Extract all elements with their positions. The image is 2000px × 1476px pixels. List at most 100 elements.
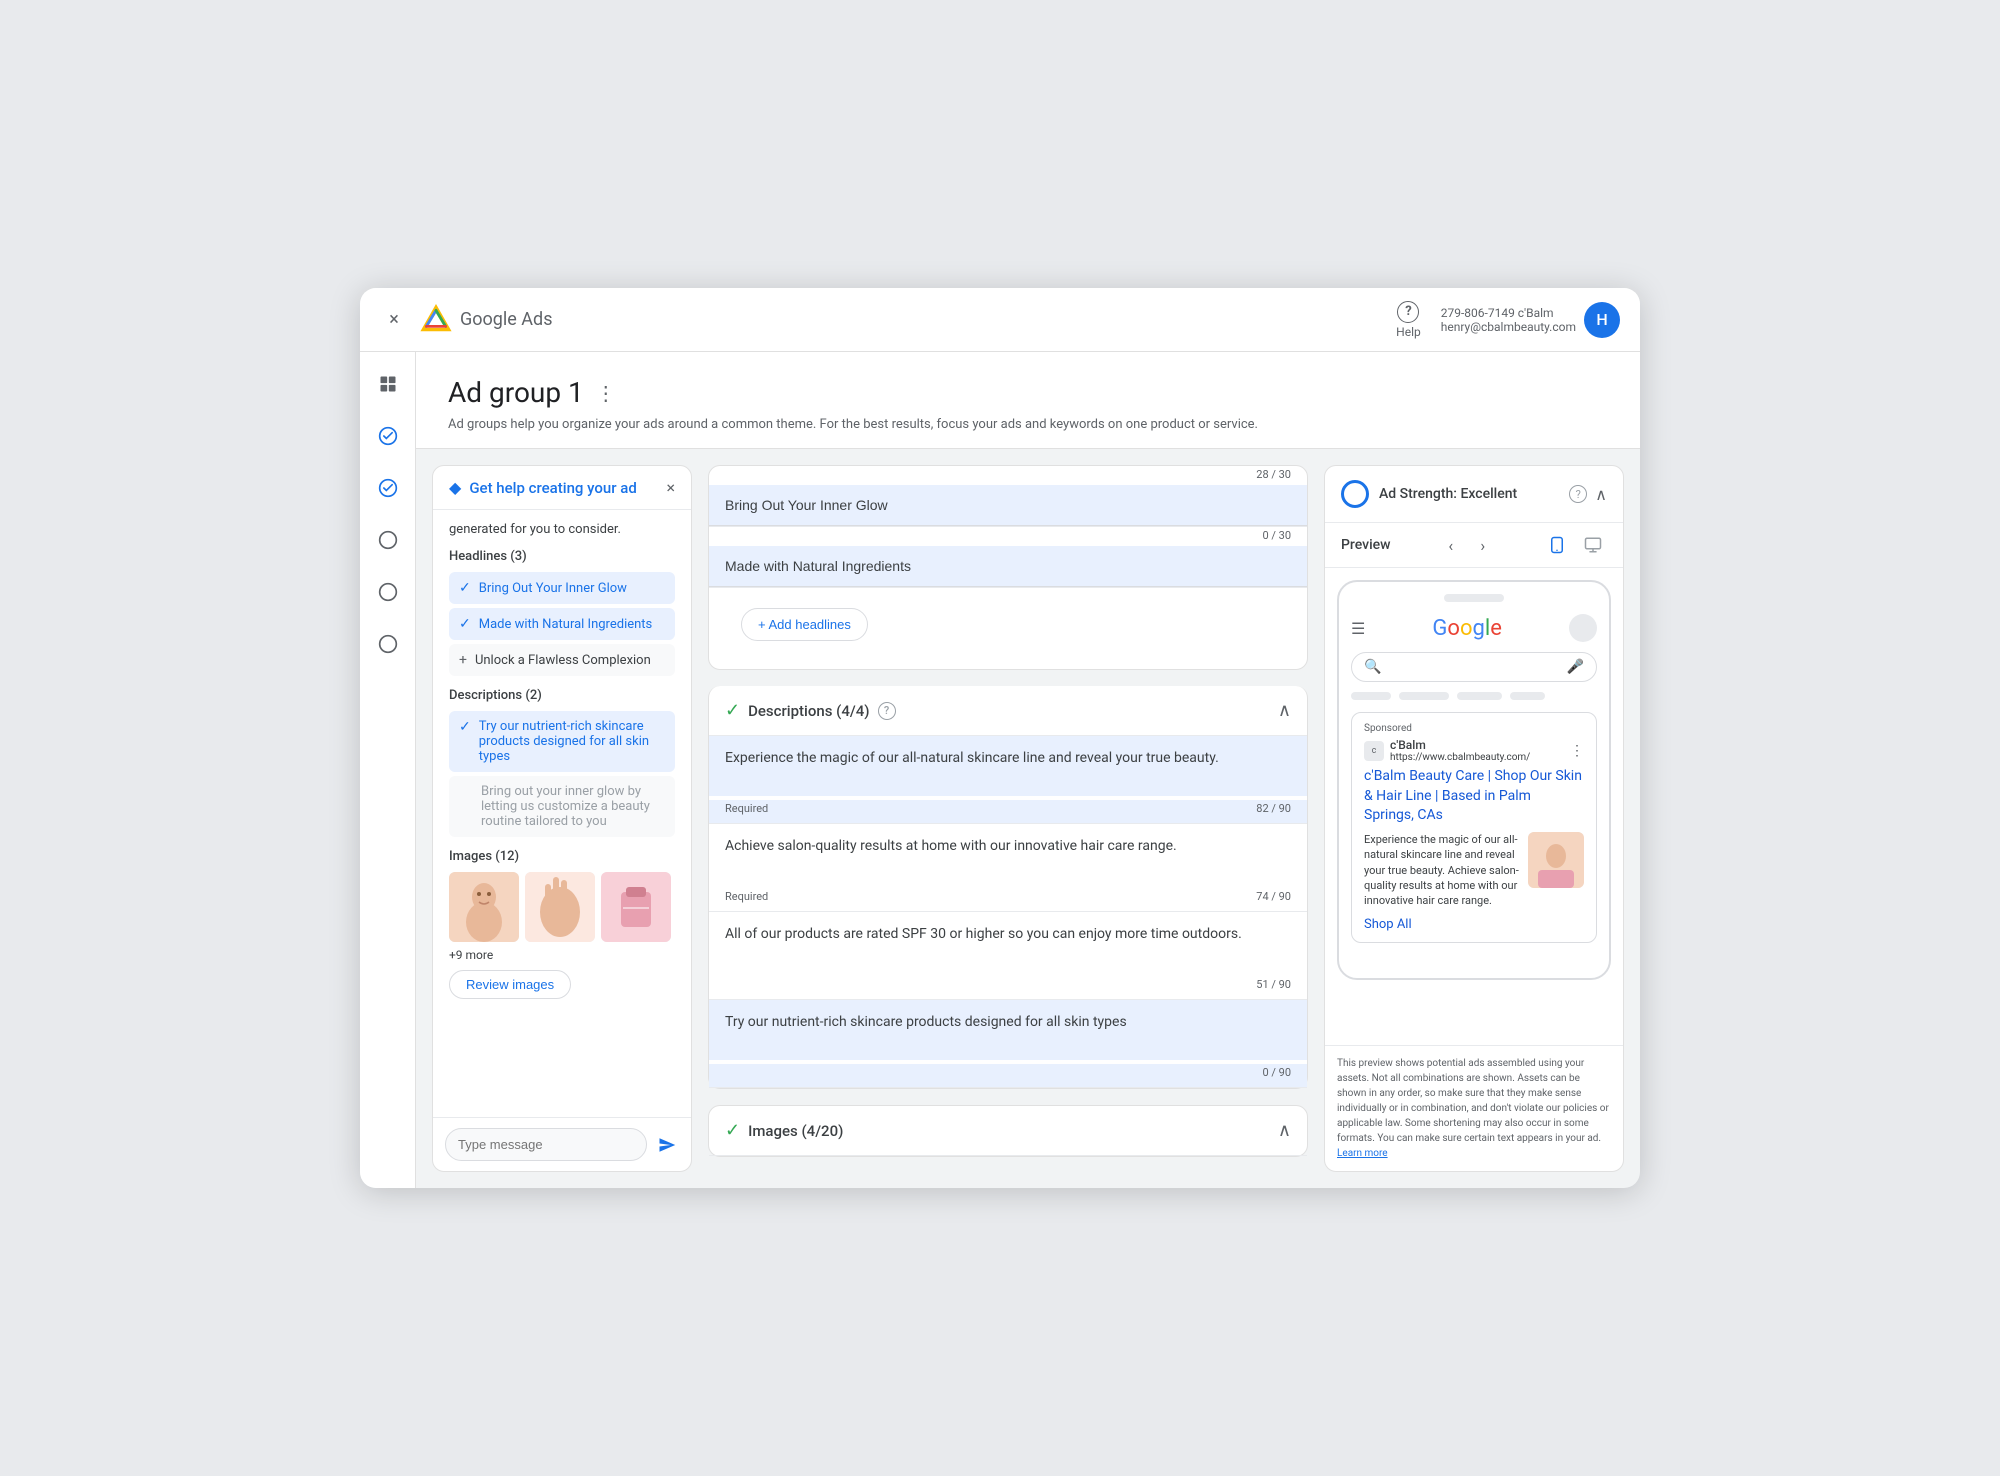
desc-3-wrapper: All of our products are rated SPF 30 or … [709, 912, 1307, 1000]
right-panel: Ad Strength: Excellent ? ∧ Preview ‹ › [1324, 465, 1624, 1172]
headline-text-1: Bring Out Your Inner Glow [479, 581, 627, 596]
headline-1-input[interactable] [709, 485, 1307, 526]
sidebar-icon-check1[interactable] [372, 420, 404, 452]
account-info: 279-806-7149 c'Balm henry@cbalmbeauty.co… [1441, 302, 1620, 338]
images-label: Images (12) [449, 849, 675, 864]
search-icon: 🔍 [1364, 659, 1381, 675]
desc-2-wrapper: Achieve salon-quality results at home wi… [709, 824, 1307, 912]
sidebar-icon-check2[interactable] [372, 472, 404, 504]
desc-1-wrapper: Experience the magic of our all-natural … [709, 736, 1307, 824]
ad-shop-all-link[interactable]: Shop All [1364, 917, 1584, 932]
strength-circle-icon [1341, 480, 1369, 508]
search-results-skeleton [1351, 692, 1597, 700]
ad-brand-info: c'Balm https://www.cbalmbeauty.com/ [1390, 738, 1530, 763]
preview-disclaimer: This preview shows potential ads assembl… [1325, 1045, 1623, 1171]
check-icon-2: ✓ [459, 616, 471, 632]
desc-2-meta: Required 74 / 90 [709, 888, 1307, 911]
desc-item-1[interactable]: ✓ Try our nutrient-rich skincare product… [449, 711, 675, 772]
image-thumb-1 [449, 872, 519, 942]
desc-1-counter: 82 / 90 [1256, 802, 1291, 815]
learn-more-link[interactable]: Learn more [1337, 1148, 1388, 1159]
preview-header: Preview ‹ › [1325, 523, 1623, 568]
ad-desc-text: Experience the magic of our all-natural … [1364, 832, 1520, 909]
desc-1-input[interactable]: Experience the magic of our all-natural … [709, 736, 1307, 796]
desc-3-meta: 51 / 90 [709, 976, 1307, 999]
desc-text-2: Bring out your inner glow by letting us … [481, 784, 665, 829]
ad-strength-collapse-button[interactable]: ∧ [1595, 485, 1607, 504]
add-headlines-button[interactable]: + Add headlines [741, 608, 868, 641]
page-title: Ad group 1 [448, 376, 584, 409]
close-button[interactable]: × [380, 306, 408, 334]
review-images-button[interactable]: Review images [449, 970, 571, 999]
desc-1-required: Required [725, 802, 768, 815]
headline-item-2[interactable]: ✓ Made with Natural Ingredients [449, 608, 675, 640]
desc-4-counter: 0 / 90 [1262, 1066, 1291, 1079]
headline-text-3: Unlock a Flawless Complexion [475, 653, 651, 668]
ai-panel-close-button[interactable]: × [666, 478, 675, 497]
add-headlines-wrapper: + Add headlines [709, 588, 1307, 669]
desc-3-input[interactable]: All of our products are rated SPF 30 or … [709, 912, 1307, 972]
images-collapse-button[interactable]: ∧ [1278, 1120, 1291, 1141]
ad-brand-row: c c'Balm https://www.cbalmbeauty.com/ ⋮ [1364, 738, 1584, 763]
three-col-layout: ◆ Get help creating your ad × generated … [416, 449, 1640, 1188]
desc-item-2[interactable]: Bring out your inner glow by letting us … [449, 776, 675, 837]
ad-strength-info-icon[interactable]: ? [1569, 485, 1587, 503]
main-layout: Ad group 1 ⋮ Ad groups help you organize… [360, 352, 1640, 1188]
descriptions-check-icon: ✓ [725, 700, 740, 721]
ai-panel-header: ◆ Get help creating your ad × [433, 466, 691, 510]
preview-nav: ‹ › [1437, 531, 1497, 559]
images-grid [449, 872, 675, 942]
headline-text-2: Made with Natural Ingredients [479, 617, 653, 632]
google-ads-icon [420, 304, 452, 336]
phone-notch [1444, 594, 1504, 602]
help-button[interactable]: ? Help [1396, 301, 1421, 339]
headline-item-1[interactable]: ✓ Bring Out Your Inner Glow [449, 572, 675, 604]
headlines-section: 28 / 30 0 / 30 + Add headlines [708, 465, 1308, 670]
preview-prev-button[interactable]: ‹ [1437, 531, 1465, 559]
desc-3-counter: 51 / 90 [1256, 978, 1291, 991]
google-header: ☰ Google [1351, 614, 1597, 642]
ad-brand-name: c'Balm [1390, 738, 1530, 752]
sidebar-icon-grid[interactable] [372, 368, 404, 400]
images-section: Images (12) [449, 849, 675, 999]
headline-2-counter: 0 / 30 [709, 527, 1307, 546]
search-bar: 🔍 🎤 [1351, 652, 1597, 682]
headline-1-wrapper: 28 / 30 [709, 466, 1307, 527]
ad-strength-left: Ad Strength: Excellent [1341, 480, 1517, 508]
headline-item-3[interactable]: + Unlock a Flawless Complexion [449, 644, 675, 676]
descriptions-collapse-button[interactable]: ∧ [1278, 700, 1291, 721]
google-ads-logo: Google Ads [420, 304, 552, 336]
sidebar-icon-circle2[interactable] [372, 576, 404, 608]
page-description: Ad groups help you organize your ads aro… [448, 417, 1608, 432]
send-button[interactable] [655, 1129, 679, 1161]
images-header-left: ✓ Images (4/20) [725, 1120, 843, 1141]
headline-2-input[interactable] [709, 546, 1307, 587]
preview-label: Preview [1341, 537, 1391, 553]
ai-panel-title: ◆ Get help creating your ad [449, 478, 637, 497]
desc-2-input[interactable]: Achieve salon-quality results at home wi… [709, 824, 1307, 884]
ad-options-icon[interactable]: ⋮ [1570, 743, 1584, 759]
mobile-device-button[interactable] [1543, 531, 1571, 559]
descriptions-info-icon[interactable]: ? [878, 702, 896, 720]
images-more: +9 more [449, 948, 675, 962]
preview-next-button[interactable]: › [1469, 531, 1497, 559]
images-section-label: Images (4/20) [748, 1122, 843, 1140]
account-avatar[interactable]: H [1584, 302, 1620, 338]
desc-text-1: Try our nutrient-rich skincare products … [479, 719, 665, 764]
ad-headline: c'Balm Beauty Care | Shop Our Skin & Hai… [1364, 767, 1584, 826]
sidebar-icon-circle3[interactable] [372, 628, 404, 660]
topbar-right: ? Help 279-806-7149 c'Balm henry@cbalmbe… [1396, 301, 1620, 339]
sidebar-icon-circle1[interactable] [372, 524, 404, 556]
desktop-device-button[interactable] [1579, 531, 1607, 559]
page-header: Ad group 1 ⋮ Ad groups help you organize… [416, 352, 1640, 449]
ad-sponsored-label: Sponsored [1364, 723, 1584, 734]
google-logo: Google [1373, 616, 1561, 641]
headlines-label: Headlines (3) [449, 549, 675, 564]
desc-4-input[interactable]: Try our nutrient-rich skincare products … [709, 1000, 1307, 1060]
menu-dots-button[interactable]: ⋮ [596, 381, 616, 405]
account-phone: 279-806-7149 c'Balm henry@cbalmbeauty.co… [1441, 306, 1576, 334]
content-area: Ad group 1 ⋮ Ad groups help you organize… [416, 352, 1640, 1188]
descriptions-section: ✓ Descriptions (4/4) ? ∧ Experience the … [708, 686, 1308, 1089]
message-input[interactable] [445, 1128, 647, 1161]
descriptions-header-left: ✓ Descriptions (4/4) ? [725, 700, 896, 721]
